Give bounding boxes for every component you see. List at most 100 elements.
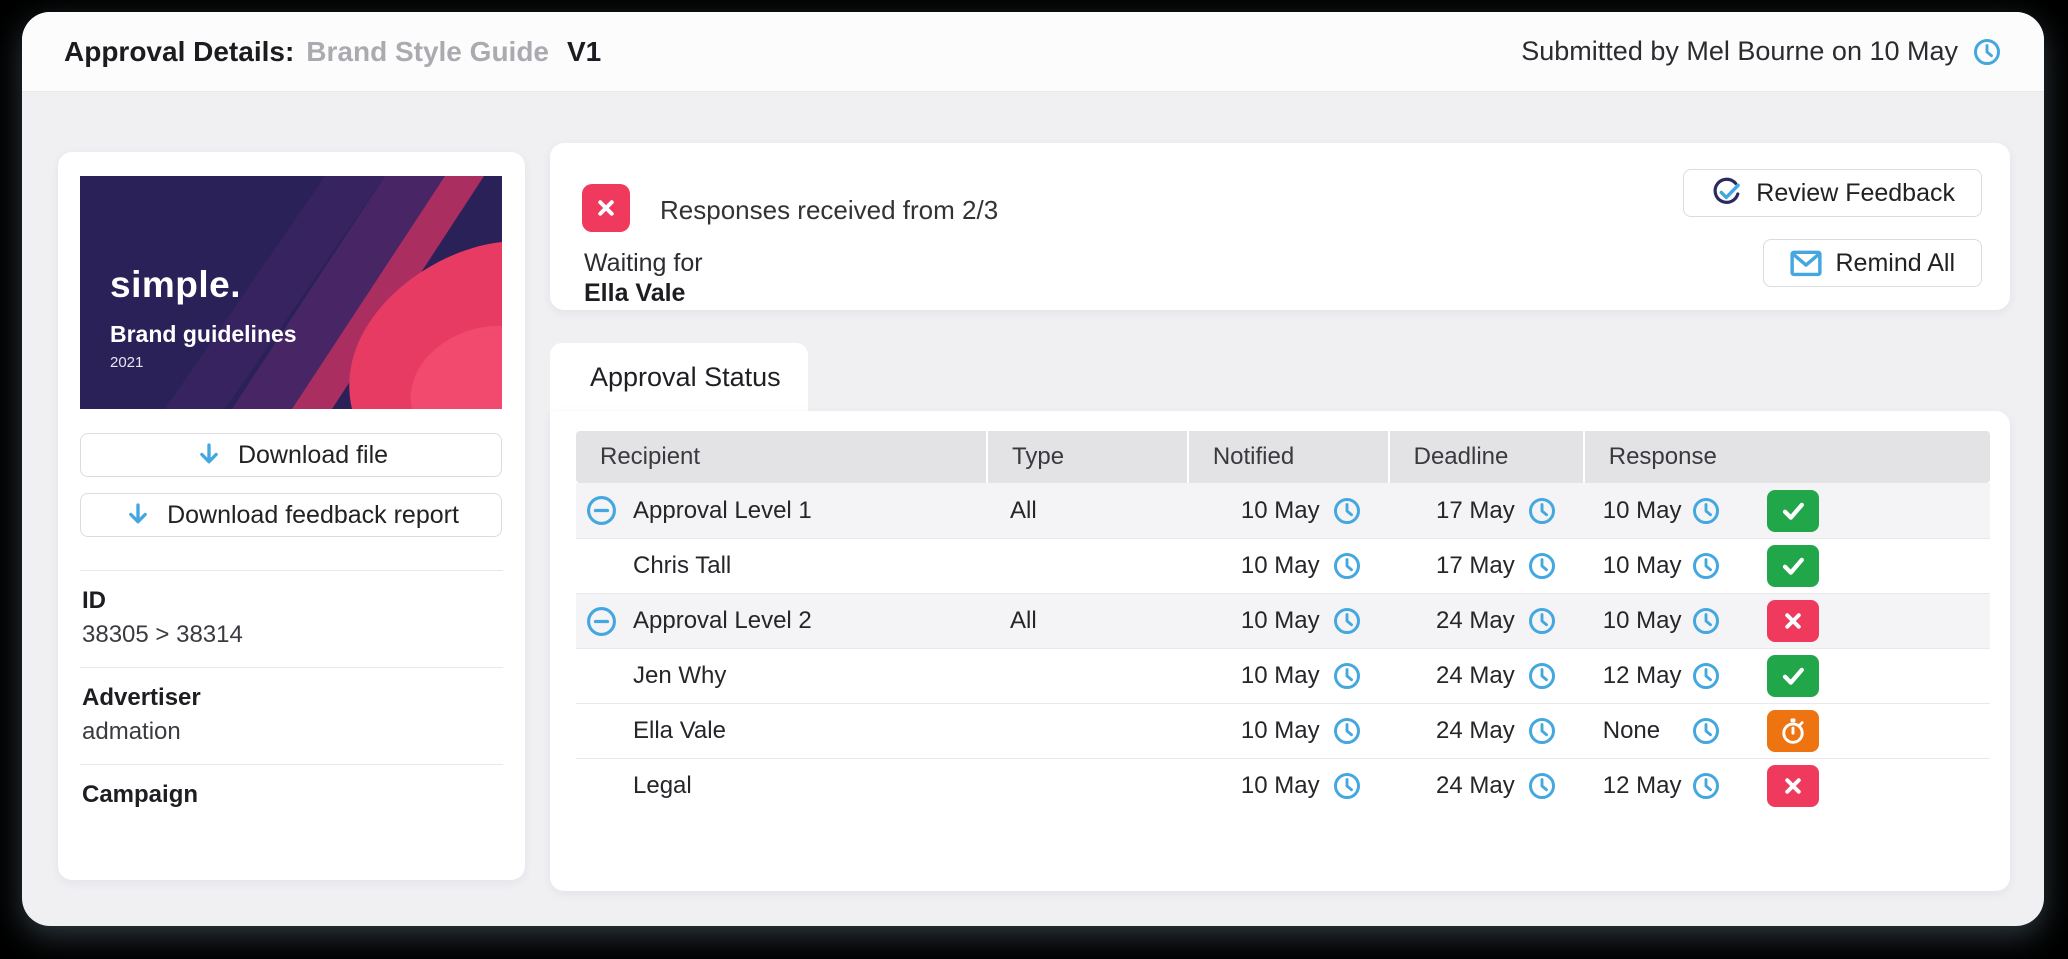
x-icon (1778, 606, 1808, 636)
table-body: Approval Level 1 All 10 May 17 May 10 Ma… (576, 483, 1990, 813)
stopwatch-icon (1777, 715, 1809, 747)
deadline-cell: 17 May (1388, 539, 1583, 593)
recipient-cell: Ella Vale (576, 704, 986, 758)
response-date: 10 May (1602, 496, 1682, 524)
notified-date: 10 May (1240, 662, 1320, 689)
file-meta-section: ID 38305 > 38314 Advertiser admation Cam… (80, 570, 503, 827)
clock-icon (1332, 716, 1362, 746)
meta-id-value: 38305 > 38314 (82, 621, 243, 648)
table-row: Ella Vale 10 May 24 May None (576, 703, 1990, 758)
clock-icon (1527, 716, 1557, 746)
clock-icon (1332, 551, 1362, 581)
response-status-badge (1766, 600, 1819, 642)
response-status-badge (1766, 655, 1819, 697)
download-file-label: Download file (237, 440, 389, 469)
meta-campaign-label: Campaign (82, 781, 199, 808)
minus-circle-icon (586, 606, 617, 637)
review-feedback-label: Review Feedback (1756, 178, 1955, 207)
clock-icon (1332, 496, 1362, 526)
page-title: Approval Details: Brand Style Guide V1 (64, 36, 601, 68)
column-header-notified: Notified (1186, 431, 1388, 483)
clock-icon (1691, 716, 1721, 746)
notified-cell: 10 May (1187, 649, 1388, 703)
column-header-deadline: Deadline (1387, 431, 1583, 483)
notified-cell: 10 May (1187, 759, 1388, 813)
collapse-level-button[interactable] (586, 495, 617, 526)
deadline-date: 17 May (1436, 552, 1515, 579)
response-cell: 12 May (1583, 649, 1990, 703)
recipient-cell: Chris Tall (576, 539, 986, 593)
approval-status-table-card: Recipient Type Notified Deadline Respons… (550, 411, 2010, 891)
response-date: None (1602, 717, 1661, 744)
deadline-date: 24 May (1436, 772, 1515, 799)
minus-circle-icon (586, 495, 617, 526)
status-error-badge (582, 184, 630, 232)
clock-icon (1691, 551, 1721, 581)
deadline-date: 24 May (1436, 662, 1515, 689)
deadline-cell: 17 May (1388, 483, 1583, 538)
response-cell: None (1583, 704, 1990, 758)
meta-id-label: ID (82, 587, 106, 614)
meta-advertiser: Advertiser admation (80, 667, 503, 764)
remind-all-button[interactable]: Remind All (1762, 239, 1982, 287)
approval-details-window: Approval Details: Brand Style Guide V1 S… (22, 12, 2044, 926)
recipient-cell: Approval Level 2 (576, 594, 986, 648)
x-icon (1778, 771, 1808, 801)
response-status-badge (1766, 489, 1819, 532)
deadline-cell: 24 May (1388, 649, 1583, 703)
download-feedback-report-button[interactable]: Download feedback report (80, 493, 502, 537)
response-date: 12 May (1602, 662, 1682, 689)
tab-approval-status[interactable]: Approval Status (550, 343, 808, 411)
check-icon (1777, 495, 1809, 527)
content-area: simple. Brand guidelines 2021 Download f… (22, 93, 2044, 926)
clock-icon (1332, 606, 1362, 636)
waiting-for-label: Waiting for (584, 249, 703, 277)
table-row: Chris Tall 10 May 17 May 10 May (576, 538, 1990, 593)
document-name: Brand Style Guide (306, 35, 549, 67)
response-status-badge (1766, 710, 1819, 752)
file-card: simple. Brand guidelines 2021 Download f… (58, 152, 525, 880)
arrow-down-icon (123, 500, 153, 530)
notified-date: 10 May (1240, 772, 1320, 799)
arrow-down-icon (194, 440, 224, 470)
deadline-date: 17 May (1436, 496, 1515, 524)
remind-all-label: Remind All (1835, 248, 1956, 277)
response-status-badge (1766, 765, 1819, 807)
waiting-for-name: Ella Vale (584, 279, 686, 307)
notified-cell: 10 May (1187, 704, 1388, 758)
table-row: Legal 10 May 24 May 12 May (576, 758, 1990, 813)
response-cell: 12 May (1583, 759, 1990, 813)
collapse-level-button[interactable] (586, 606, 617, 637)
notified-cell: 10 May (1187, 594, 1388, 648)
brand-year-text: 2021 (110, 354, 144, 371)
clock-icon (1527, 606, 1557, 636)
meta-id: ID 38305 > 38314 (80, 570, 503, 667)
recipient-name: Legal (633, 772, 692, 799)
meta-advertiser-value: admation (82, 718, 181, 745)
recipient-cell: Approval Level 1 (576, 483, 986, 538)
recipient-name: Approval Level 1 (633, 496, 812, 524)
deadline-date: 24 May (1436, 717, 1515, 744)
download-report-label: Download feedback report (167, 500, 459, 529)
file-preview-thumbnail[interactable]: simple. Brand guidelines 2021 (80, 176, 502, 409)
recipient-name: Chris Tall (633, 552, 732, 579)
check-icon (1777, 660, 1809, 692)
tab-approval-status-label: Approval Status (590, 361, 781, 392)
response-date: 10 May (1602, 607, 1682, 634)
download-file-button[interactable]: Download file (80, 433, 502, 477)
notified-date: 10 May (1240, 607, 1320, 634)
brand-logo-text: simple. (110, 264, 241, 305)
submitted-text: Submitted by Mel Bourne on 10 May (1521, 36, 1958, 66)
deadline-cell: 24 May (1388, 704, 1583, 758)
clock-icon (1332, 661, 1362, 691)
notified-cell: 10 May (1187, 539, 1388, 593)
clock-icon (1527, 496, 1557, 526)
recipient-name: Ella Vale (633, 717, 726, 744)
clock-icon (1691, 771, 1721, 801)
response-cell: 10 May (1583, 594, 1990, 648)
review-feedback-button[interactable]: Review Feedback (1683, 169, 1982, 217)
right-column: Responses received from 2/3 Waiting for … (550, 93, 2010, 926)
approval-status-table: Recipient Type Notified Deadline Respons… (576, 431, 1990, 813)
column-header-response: Response (1582, 431, 1990, 483)
column-header-type: Type (986, 431, 1187, 483)
